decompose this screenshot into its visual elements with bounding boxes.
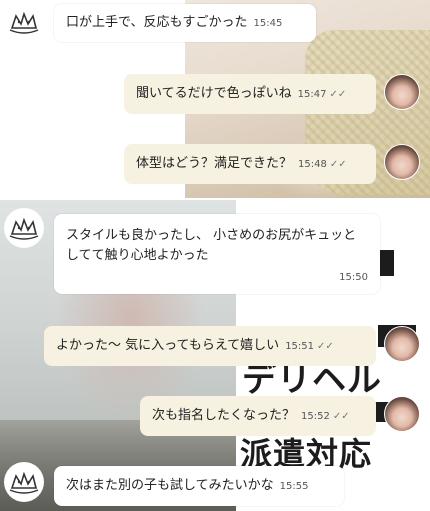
message-time: 15:45 — [253, 18, 283, 29]
message-text: スタイルも良かったし、 小さめのお尻がキュッとしてて触り心地よかった — [66, 228, 357, 263]
doodle-logo-avatar[interactable] — [4, 462, 44, 502]
message-bubble-outgoing[interactable]: 体型はどう？満足できた？ 15:48 ✓✓ — [124, 144, 376, 184]
doodle-logo-avatar[interactable] — [4, 2, 44, 42]
ad-fragment — [380, 250, 394, 276]
doodle-icon — [9, 11, 39, 34]
message-bubble-incoming[interactable]: 次はまた別の子も試してみたいかな 15:55 — [54, 466, 344, 506]
message-text: 口が上手で、反応もすごかった — [66, 15, 248, 30]
message-time: 15:47 — [297, 89, 327, 100]
message-bubble-incoming[interactable]: 口が上手で、反応もすごかった 15:45 — [54, 4, 316, 42]
doodle-icon — [9, 471, 39, 494]
message-text: 聞いてるだけで色っぽいね — [136, 86, 292, 101]
message-text: 体型はどう？満足できた？ — [136, 156, 293, 171]
message-time: 15:48 — [298, 159, 327, 170]
profile-photo-avatar[interactable] — [384, 144, 420, 180]
doodle-logo-avatar[interactable] — [4, 208, 44, 248]
profile-photo-avatar[interactable] — [384, 326, 420, 362]
message-bubble-outgoing[interactable]: よかった～ 気に入ってもらえて嬉しい 15:51 ✓✓ — [44, 326, 376, 366]
double-check-icon: ✓✓ — [329, 159, 347, 170]
message-time: 15:52 — [301, 411, 330, 422]
message-time: 15:50 — [339, 272, 368, 283]
message-bubble-outgoing[interactable]: 次も指名したくなった？ 15:52 ✓✓ — [140, 396, 376, 436]
message-text: 次はまた別の子も試してみたいかな — [66, 478, 274, 493]
double-check-icon: ✓✓ — [332, 411, 350, 422]
message-text: よかった～ 気に入ってもらえて嬉しい — [56, 338, 280, 353]
double-check-icon: ✓✓ — [329, 89, 347, 100]
message-time: 15:55 — [279, 481, 309, 492]
profile-photo-avatar[interactable] — [384, 396, 420, 432]
message-bubble-outgoing[interactable]: 聞いてるだけで色っぽいね 15:47 ✓✓ — [124, 74, 376, 114]
doodle-icon — [9, 217, 39, 240]
profile-photo-avatar[interactable] — [384, 74, 420, 110]
message-bubble-incoming[interactable]: スタイルも良かったし、 小さめのお尻がキュッとしてて触り心地よかった 15:50 — [54, 214, 380, 294]
double-check-icon: ✓✓ — [317, 341, 334, 352]
message-text: 次も指名したくなった？ — [152, 408, 296, 423]
message-time: 15:51 — [285, 341, 315, 352]
